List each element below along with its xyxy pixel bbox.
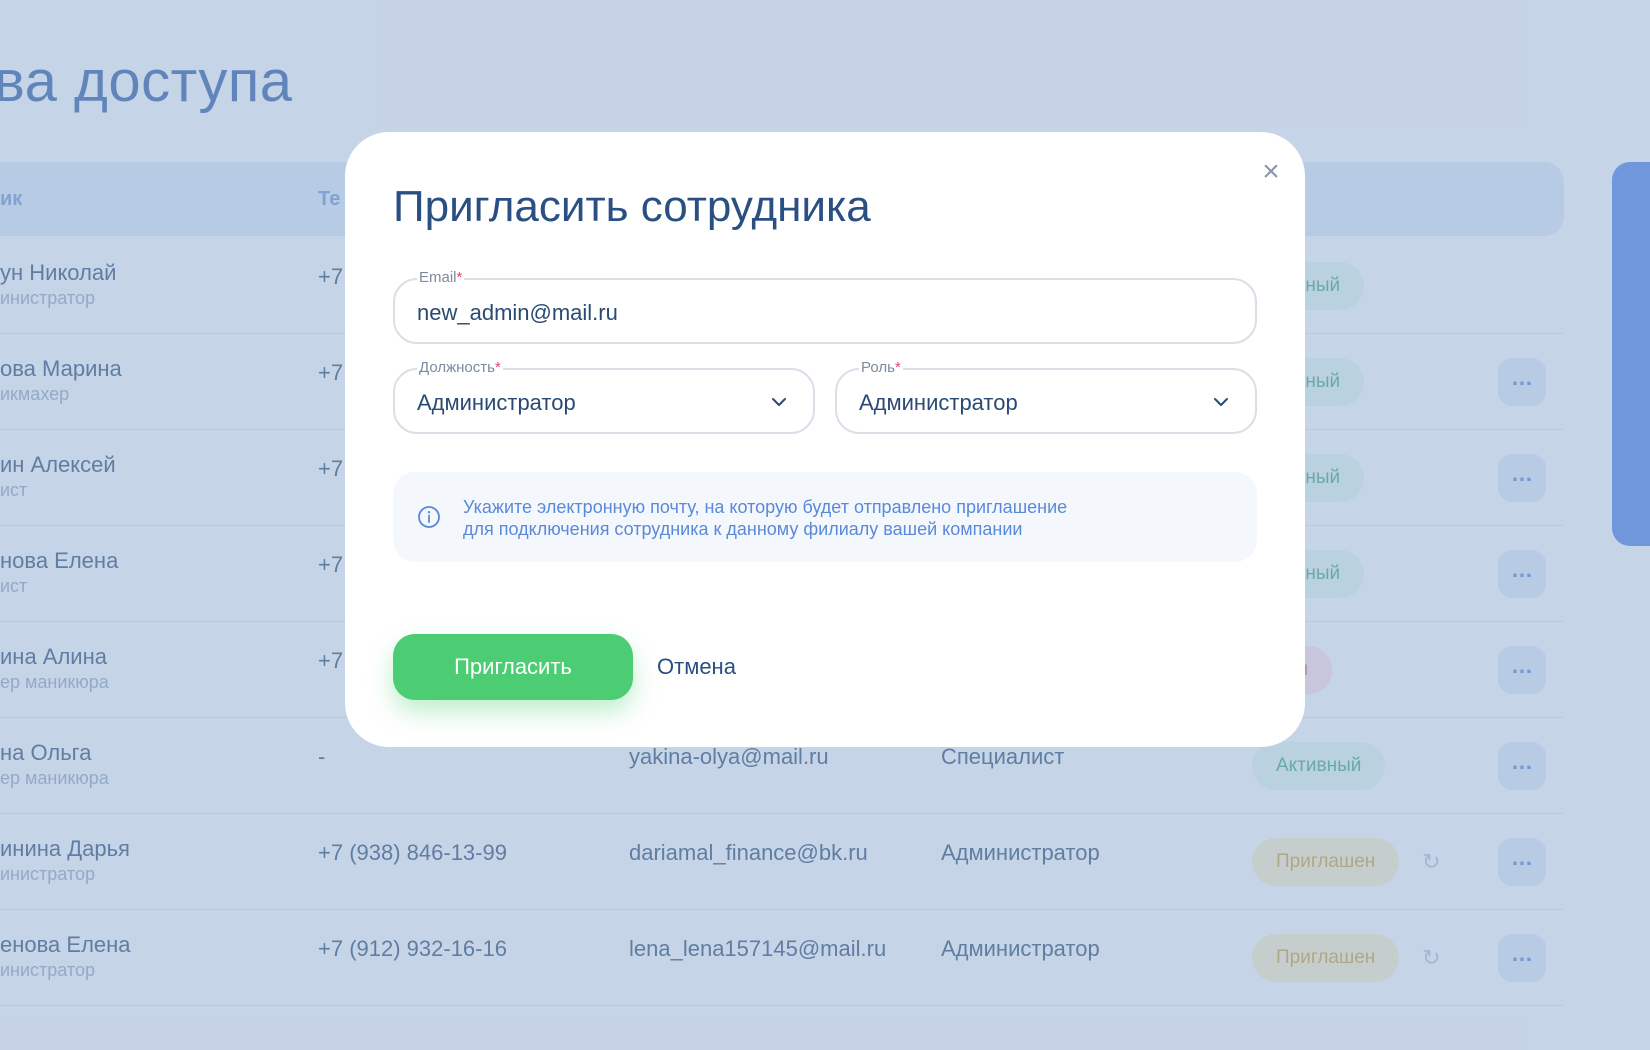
close-icon[interactable]: × bbox=[1253, 154, 1289, 190]
info-text-line: для подключения сотрудника к данному фил… bbox=[463, 519, 1023, 539]
info-text: Укажите электронную почту, на которую бу… bbox=[463, 496, 1067, 540]
position-label: Должность* bbox=[417, 359, 503, 376]
required-mark: * bbox=[894, 359, 901, 376]
email-label: Email* bbox=[417, 269, 465, 286]
invite-employee-modal: × Пригласить сотрудника Email* new_admin… bbox=[345, 132, 1305, 747]
required-mark: * bbox=[494, 359, 501, 376]
info-box: Укажите электронную почту, на которую бу… bbox=[393, 472, 1257, 562]
info-icon bbox=[418, 506, 440, 528]
email-field[interactable]: Email* new_admin@mail.ru bbox=[393, 269, 1257, 344]
info-text-line: Укажите электронную почту, на которую бу… bbox=[463, 497, 1068, 517]
role-select-value: Администратор bbox=[859, 390, 1018, 415]
role-select[interactable]: Роль* Администратор bbox=[835, 359, 1257, 434]
role-label: Роль* bbox=[859, 359, 903, 376]
required-mark: * bbox=[456, 269, 463, 286]
modal-title: Пригласить сотрудника bbox=[393, 182, 871, 231]
invite-button[interactable]: Пригласить bbox=[393, 634, 633, 700]
chevron-down-icon[interactable] bbox=[1211, 392, 1231, 412]
email-input-value[interactable]: new_admin@mail.ru bbox=[417, 300, 618, 326]
cancel-button[interactable]: Отмена bbox=[657, 654, 736, 680]
chevron-down-icon[interactable] bbox=[769, 392, 789, 412]
position-select-value: Администратор bbox=[417, 390, 576, 415]
position-select[interactable]: Должность* Администратор bbox=[393, 359, 815, 434]
